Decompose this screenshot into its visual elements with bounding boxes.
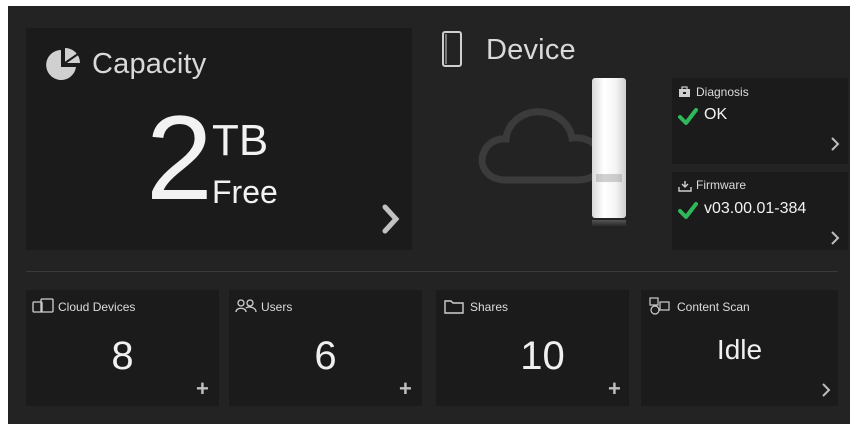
shares-label: Shares — [470, 300, 509, 314]
dashboard: Capacity 2 TB Free Device Diagnosis OK F… — [8, 6, 850, 424]
cloud-devices-tile[interactable]: Cloud Devices 8 + — [26, 290, 219, 406]
users-icon — [235, 299, 257, 313]
capacity-title: Capacity — [92, 48, 207, 80]
check-icon — [678, 108, 698, 125]
shares-count: 10 — [520, 334, 565, 378]
device-image — [592, 78, 626, 228]
capacity-amount: 2 — [146, 91, 213, 225]
content-scan-label: Content Scan — [677, 300, 750, 314]
device-title: Device — [486, 34, 576, 66]
device-panel: Device Diagnosis OK Firmware v03.00.01-3… — [416, 28, 848, 250]
pie-chart-icon — [46, 48, 80, 80]
capacity-unit: TB — [212, 116, 269, 165]
add-cloud-device-button[interactable]: + — [196, 376, 209, 402]
firmware-label: Firmware — [696, 178, 746, 192]
chevron-right-icon[interactable] — [830, 230, 840, 246]
chevron-right-icon[interactable] — [830, 136, 840, 152]
content-scan-status: Idle — [716, 334, 763, 365]
cloud-devices-count: 8 — [111, 334, 134, 378]
cloud-devices-label: Cloud Devices — [58, 300, 136, 314]
chevron-right-icon[interactable] — [382, 204, 400, 234]
add-share-button[interactable]: + — [608, 376, 621, 402]
add-user-button[interactable]: + — [399, 376, 412, 402]
capacity-panel[interactable]: Capacity 2 TB Free — [26, 28, 412, 250]
users-count: 6 — [314, 334, 337, 378]
content-scan-icon — [649, 297, 670, 315]
folder-icon — [444, 300, 464, 314]
cloud-icon — [478, 108, 606, 184]
diagnosis-label: Diagnosis — [696, 85, 749, 99]
section-divider — [26, 271, 838, 272]
shares-tile[interactable]: Shares 10 + — [436, 290, 629, 406]
chevron-right-icon[interactable] — [821, 382, 831, 398]
capacity-status: Free — [212, 174, 278, 210]
diagnosis-status: OK — [704, 106, 728, 123]
users-label: Users — [261, 300, 293, 314]
devices-icon — [32, 298, 54, 313]
toolbox-icon — [679, 86, 690, 97]
download-icon — [678, 181, 692, 192]
users-tile[interactable]: Users 6 + — [229, 290, 422, 406]
firmware-version: v03.00.01-384 — [704, 200, 807, 217]
check-icon — [678, 202, 698, 219]
content-scan-tile[interactable]: Content Scan Idle — [641, 290, 838, 406]
diagnosis-card[interactable]: Diagnosis OK — [672, 78, 848, 164]
firmware-card[interactable]: Firmware v03.00.01-384 — [672, 172, 848, 250]
device-outline-icon — [442, 31, 462, 67]
